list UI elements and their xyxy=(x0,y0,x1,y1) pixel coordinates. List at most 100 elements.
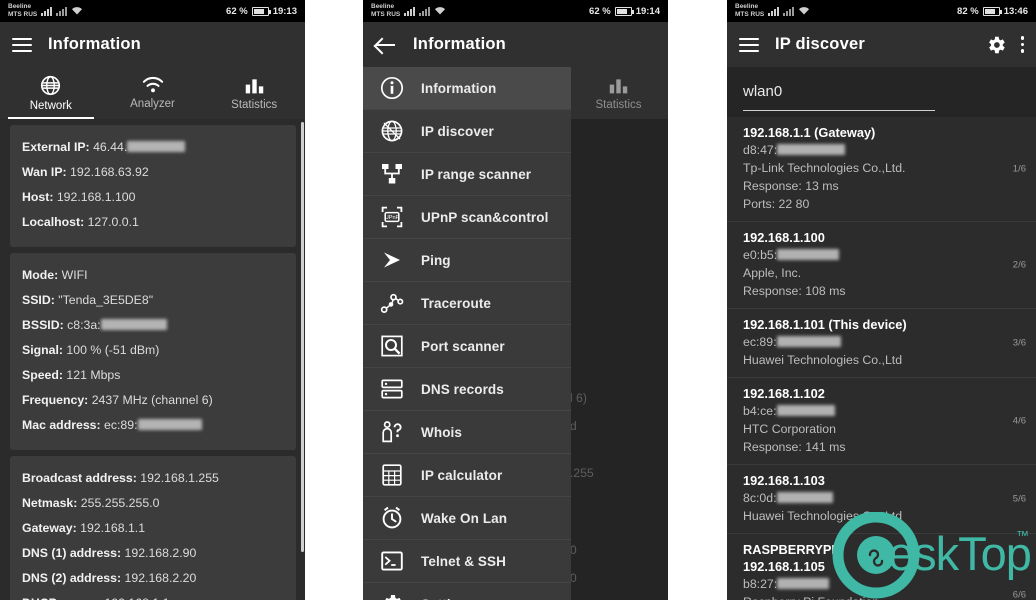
info-row: Speed: 121 Mbps xyxy=(22,363,284,388)
info-row-key: Netmask: xyxy=(22,496,78,510)
battery-icon xyxy=(251,6,271,16)
info-row-key: Mac address: xyxy=(22,418,101,432)
host-detail-line: Response: 13 ms xyxy=(743,179,839,193)
drawer-item-label: Traceroute xyxy=(421,295,492,311)
network-info-scroll[interactable]: External IP: 46.44. Wan IP: 192.168.63.92… xyxy=(0,119,305,600)
interface-spinner[interactable]: wlan0 xyxy=(743,83,935,111)
battery-percent: 62 % xyxy=(226,5,248,17)
drawer-item-label: IP discover xyxy=(421,123,494,139)
redacted-mac xyxy=(776,405,835,416)
page-title: Information xyxy=(413,35,506,53)
drawer-item-label: Telnet & SSH xyxy=(421,553,506,569)
host-mac: ec:89: xyxy=(743,333,1024,351)
drawer-item-label: Information xyxy=(421,80,497,96)
info-row-key: Speed: xyxy=(22,368,63,382)
signal-bars-sim1-icon xyxy=(41,6,53,16)
drawer-item-upnp-scan-control[interactable]: UPnP UPnP scan&control xyxy=(363,196,571,239)
host-mac: d8:47: xyxy=(743,141,1024,159)
gear-icon[interactable] xyxy=(985,34,1007,56)
behind-text-fragment: 90 xyxy=(563,538,668,563)
drawer-item-traceroute[interactable]: Traceroute xyxy=(363,282,571,325)
server-stack-icon xyxy=(379,376,405,402)
clock: 19:14 xyxy=(635,5,660,17)
drawer-item-settings[interactable]: Settings xyxy=(363,583,571,600)
info-row: Broadcast address: 192.168.1.255 xyxy=(22,466,284,491)
discovered-hosts-list[interactable]: 192.168.1.1 (Gateway) d8:47: Tp-Link Techn… xyxy=(727,117,1036,600)
drawer-item-ip-range-scanner[interactable]: IP range scanner xyxy=(363,153,571,196)
status-bar-right: 62 % 19:13 xyxy=(226,6,297,17)
scrollbar-thumb[interactable] xyxy=(301,122,304,552)
host-index: 5/6 xyxy=(1012,493,1026,505)
app-bar: IP discover xyxy=(727,22,1036,67)
phone-panel-information: Beeline MTS RUS 62 % 19:13 Information N… xyxy=(0,0,305,600)
info-row-value: c8:3a: xyxy=(63,318,101,332)
info-row-value: 127.0.0.1 xyxy=(84,215,139,229)
info-row: SSID: "Tenda_3E5DE8" xyxy=(22,288,284,313)
info-row-key: SSID: xyxy=(22,293,55,307)
wifi-status-icon xyxy=(72,7,83,15)
wifi-status-icon xyxy=(799,7,810,15)
info-row-value: 192.168.1.1 xyxy=(101,596,169,600)
back-arrow-icon[interactable] xyxy=(375,36,397,54)
signal-bars-sim1-icon xyxy=(768,6,780,16)
gear-icon xyxy=(379,591,405,600)
info-row-value: 46.44. xyxy=(89,140,128,154)
network-nodes-icon xyxy=(379,161,405,187)
hamburger-icon[interactable] xyxy=(739,37,759,52)
info-row-value: 100 % (-51 dBm) xyxy=(63,343,160,357)
tab-network-label: Network xyxy=(29,99,72,112)
info-row: Netmask: 255.255.255.0 xyxy=(22,491,284,516)
bar-chart-icon xyxy=(245,78,263,93)
info-card: External IP: 46.44. Wan IP: 192.168.63.92… xyxy=(10,125,296,247)
alarm-clock-icon xyxy=(379,505,405,531)
tab-network[interactable]: Network xyxy=(0,67,102,119)
host-index: 3/6 xyxy=(1012,337,1026,349)
drawer-item-ip-calculator[interactable]: IP calculator xyxy=(363,454,571,497)
host-index: 6/6 xyxy=(1012,589,1026,600)
drawer-item-label: IP range scanner xyxy=(421,166,532,182)
behind-tab-statistics: Statistics xyxy=(569,67,668,119)
tab-analyzer[interactable]: Analyzer xyxy=(102,67,204,119)
signal-bars-sim2-icon xyxy=(56,6,68,16)
host-mac-prefix: d8:47: xyxy=(743,143,778,157)
drawer-item-label: Whois xyxy=(421,424,462,440)
tab-bar: Network Analyzer Statistics xyxy=(0,67,305,119)
drawer-item-wake-on-lan[interactable]: Wake On Lan xyxy=(363,497,571,540)
info-row-value: 2437 MHz (channel 6) xyxy=(88,393,213,407)
drawer-item-port-scanner[interactable]: Port scanner xyxy=(363,325,571,368)
signal-bars-sim1-icon xyxy=(404,6,416,16)
drawer-item-telnet-ssh[interactable]: Telnet & SSH xyxy=(363,540,571,583)
overflow-menu-icon[interactable] xyxy=(1020,36,1024,53)
behind-text-fragment: el 6) xyxy=(563,391,587,405)
hamburger-icon[interactable] xyxy=(12,37,32,52)
host-list-item[interactable]: RASPBERRYPI 192.168.1.105 b8:27: Raspberry … xyxy=(727,534,1036,600)
host-list-item[interactable]: 192.168.1.100 e0:b5: Apple, Inc. Response: … xyxy=(727,222,1036,309)
drawer-item-dns-records[interactable]: DNS records xyxy=(363,368,571,411)
host-list-item[interactable]: 192.168.1.101 (This device) ec:89: Huawei … xyxy=(727,309,1036,378)
drawer-item-ping[interactable]: Ping xyxy=(363,239,571,282)
wifi-status-icon xyxy=(435,7,446,15)
host-list-item[interactable]: 192.168.1.1 (Gateway) d8:47: Tp-Link Techn… xyxy=(727,117,1036,222)
host-index: 2/6 xyxy=(1012,259,1026,271)
host-name: 192.168.1.103 xyxy=(743,473,825,488)
drawer-item-whois[interactable]: Whois xyxy=(363,411,571,454)
status-bar-left: Beeline MTS RUS xyxy=(8,3,83,19)
drawer-item-information[interactable]: Information xyxy=(363,67,571,110)
behind-text-fragment: 0d xyxy=(563,414,668,439)
drawer-item-label: Wake On Lan xyxy=(421,510,508,526)
phone-panel-ip-discover: Beeline MTS RUS 82 % 13:46 IP discover w… xyxy=(727,0,1036,600)
battery-icon xyxy=(982,6,1002,16)
tab-statistics[interactable]: Statistics xyxy=(203,67,305,119)
host-list-item[interactable]: 192.168.1.102 b4:ce: HTC Corporation Respon… xyxy=(727,378,1036,465)
info-row-value: "Tenda_3E5DE8" xyxy=(54,293,154,307)
port-scanner-icon xyxy=(379,333,405,359)
drawer-item-label: Port scanner xyxy=(421,338,505,354)
status-bar: Beeline MTS RUS 82 % 13:46 xyxy=(727,0,1036,22)
redacted-mac xyxy=(777,144,846,155)
host-list-item[interactable]: 192.168.1.103 8c:0d: Huawei Technologies C… xyxy=(727,465,1036,534)
drawer-item-ip-discover[interactable]: IP discover xyxy=(363,110,571,153)
bar-chart-icon xyxy=(609,78,628,93)
drawer-item-label: UPnP scan&control xyxy=(421,209,549,225)
host-detail-line: Response: 141 ms xyxy=(743,440,846,454)
info-card: Mode: WIFI SSID: "Tenda_3E5DE8" BSSID: c8:… xyxy=(10,253,296,450)
